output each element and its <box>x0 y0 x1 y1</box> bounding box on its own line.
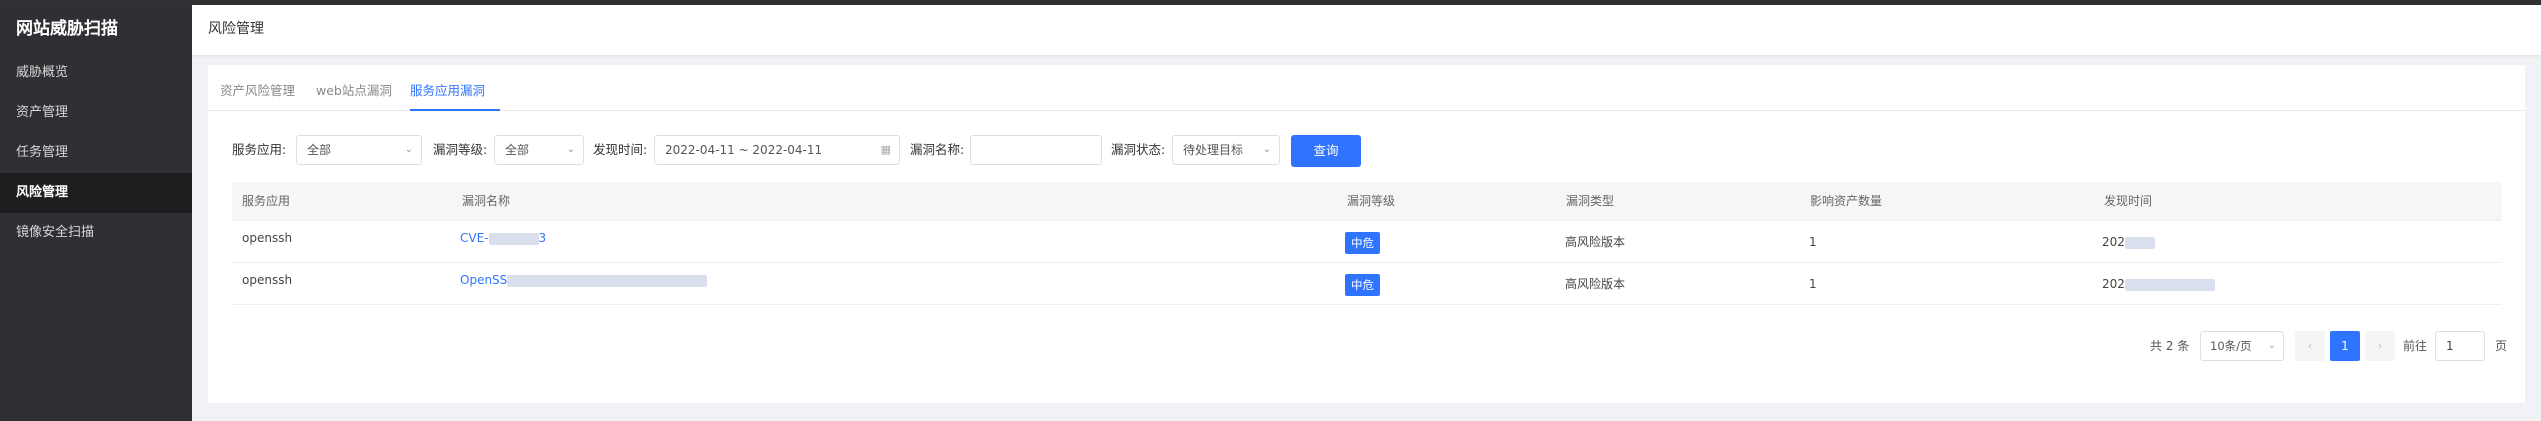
vulnerability-table: 服务应用 漏洞名称 漏洞等级 漏洞类型 影响资产数量 发现时间 openssh … <box>232 182 2502 305</box>
next-page-button[interactable]: › <box>2365 331 2395 361</box>
page-header: 风险管理 <box>192 5 2541 55</box>
name-filter-label: 漏洞名称: <box>910 142 965 157</box>
page-number-button[interactable]: 1 <box>2330 331 2360 361</box>
sidebar-item-task-management[interactable]: 任务管理 <box>0 133 192 173</box>
tab-web-vulnerabilities[interactable]: web站点漏洞 <box>316 65 392 111</box>
tab-asset-risk[interactable]: 资产风险管理 <box>220 65 295 111</box>
page-size-select[interactable]: 10条/页 ⌄ <box>2200 331 2284 361</box>
vuln-name-tail: 3 <box>538 231 547 245</box>
redacted-text <box>507 274 708 287</box>
redacted-text <box>488 232 539 245</box>
level-select-value: 全部 <box>505 143 530 157</box>
goto-page-input[interactable]: 1 <box>2435 331 2485 361</box>
vuln-name-input[interactable] <box>970 135 1102 165</box>
found-time-cell: 202 <box>2102 221 2155 263</box>
vuln-name-text: CVE- <box>460 231 489 245</box>
vuln-name-link[interactable]: CVE- 3 <box>460 217 546 259</box>
tab-bar: 资产风险管理 web站点漏洞 服务应用漏洞 <box>208 65 2525 111</box>
service-cell: openssh <box>242 231 293 245</box>
found-time-text: 202 <box>2102 277 2125 291</box>
status-filter-label: 漏洞状态: <box>1111 142 1166 157</box>
vuln-type-cell: 高风险版本 <box>1565 277 1626 291</box>
vuln-name-link[interactable]: OpenSS <box>460 259 708 301</box>
redacted-text <box>2124 278 2215 291</box>
vuln-type-cell: 高风险版本 <box>1565 235 1626 249</box>
main-panel: 资产风险管理 web站点漏洞 服务应用漏洞 服务应用: 全部 ⌄ 漏洞等级: 全… <box>208 65 2525 403</box>
pagination-total: 共 2 条 <box>2150 339 2190 353</box>
page-title: 风险管理 <box>208 21 264 37</box>
service-select[interactable]: 全部 ⌄ <box>296 135 422 165</box>
active-tab-indicator <box>410 109 500 111</box>
tab-service-vulnerabilities[interactable]: 服务应用漏洞 <box>410 65 485 111</box>
table-row[interactable]: openssh CVE- 3 中危 高风险版本 1 202 <box>232 221 2502 263</box>
page-suffix-label: 页 <box>2495 339 2508 353</box>
service-select-value: 全部 <box>307 143 332 157</box>
chevron-down-icon: ⌄ <box>1262 144 1271 155</box>
time-filter-label: 发现时间: <box>593 142 648 157</box>
found-time-cell: 202 <box>2102 263 2215 305</box>
severity-badge: 中危 <box>1345 274 1380 296</box>
asset-count-cell: 1 <box>1809 277 1817 291</box>
app-logo: 网站威胁扫描 <box>16 19 118 39</box>
vuln-name-text: OpenSS <box>460 273 508 287</box>
service-filter-label: 服务应用: <box>232 142 287 157</box>
column-header: 漏洞类型 <box>1566 194 1615 208</box>
table-header: 服务应用 漏洞名称 漏洞等级 漏洞类型 影响资产数量 发现时间 <box>232 182 2502 221</box>
column-header: 漏洞等级 <box>1347 194 1396 208</box>
column-header: 漏洞名称 <box>462 194 511 208</box>
column-header: 发现时间 <box>2104 194 2153 208</box>
service-cell: openssh <box>242 273 293 287</box>
calendar-icon: ▦ <box>880 143 891 156</box>
goto-label: 前往 <box>2403 339 2428 353</box>
sidebar: 网站威胁扫描 威胁概览 资产管理 任务管理 风险管理 镜像安全扫描 <box>0 5 192 421</box>
date-range-picker[interactable]: 2022-04-11 ~ 2022-04-11 ▦ <box>654 135 900 165</box>
chevron-down-icon: ⌄ <box>404 144 413 155</box>
sidebar-item-threat-overview[interactable]: 威胁概览 <box>0 53 192 93</box>
severity-badge: 中危 <box>1345 232 1380 254</box>
chevron-down-icon: ⌄ <box>2267 340 2276 351</box>
level-select[interactable]: 全部 ⌄ <box>494 135 584 165</box>
asset-count-cell: 1 <box>1809 235 1817 249</box>
column-header: 服务应用 <box>242 194 291 208</box>
date-range-value: 2022-04-11 ~ 2022-04-11 <box>665 143 823 157</box>
sidebar-item-image-security-scan[interactable]: 镜像安全扫描 <box>0 213 192 253</box>
column-header: 影响资产数量 <box>1810 194 1883 208</box>
found-time-text: 202 <box>2102 235 2125 249</box>
level-filter-label: 漏洞等级: <box>433 142 488 157</box>
prev-page-button[interactable]: ‹ <box>2295 331 2325 361</box>
page-size-value: 10条/页 <box>2210 339 2252 353</box>
query-button[interactable]: 查询 <box>1291 135 1361 167</box>
chevron-down-icon: ⌄ <box>566 144 575 155</box>
table-row[interactable]: openssh OpenSS 中危 高风险版本 1 202 <box>232 263 2502 305</box>
sidebar-item-asset-management[interactable]: 资产管理 <box>0 93 192 133</box>
status-select-value: 待处理目标 <box>1183 143 1244 157</box>
status-select[interactable]: 待处理目标 ⌄ <box>1172 135 1280 165</box>
redacted-text <box>2124 236 2155 249</box>
sidebar-item-risk-management[interactable]: 风险管理 <box>0 173 192 213</box>
